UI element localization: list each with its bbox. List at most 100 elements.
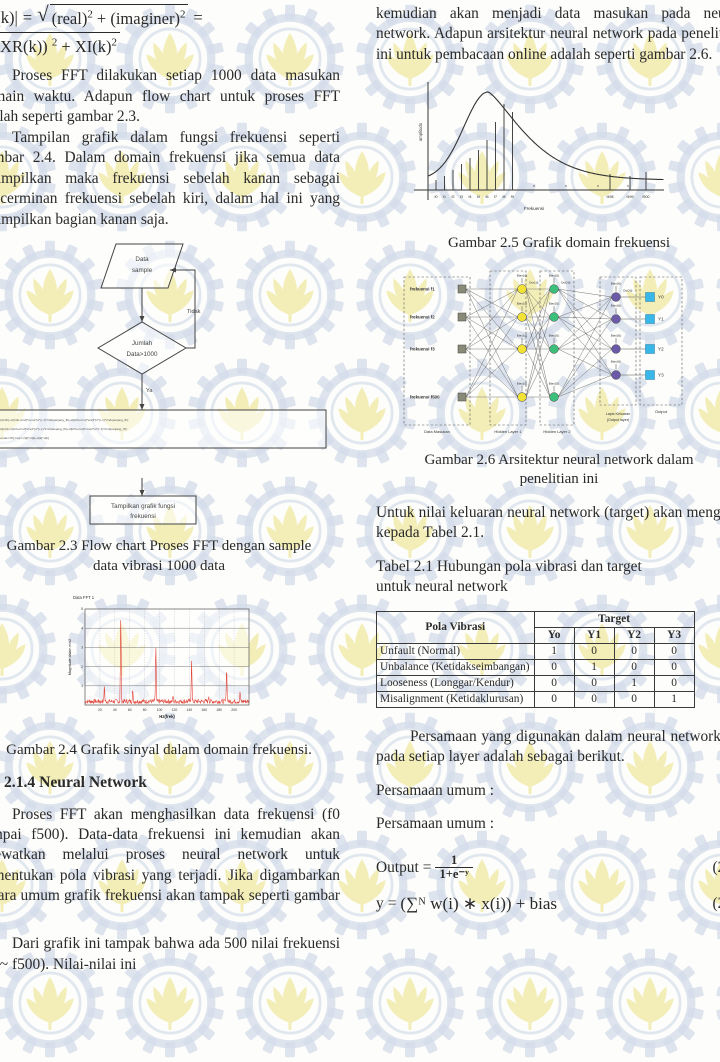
formula-real-exp: 2 — [87, 9, 92, 21]
formula-xr-exp: 2 — [52, 36, 57, 48]
svg-text:140: 140 — [187, 708, 193, 712]
formula-radical-1: √ (real)2 + (imaginer)2 — [37, 4, 188, 32]
svg-text:amplitudo: amplitudo — [418, 123, 423, 142]
svg-text:2: 2 — [81, 665, 83, 669]
svg-text:Bias2(i): Bias2(i) — [549, 381, 560, 385]
flow-decision-line1: Jumlah — [132, 340, 153, 347]
flow-code-line-2: xi[inth]=xi[inth]-xr[inth+irnd]*sin(2*pi… — [0, 427, 128, 431]
right-paragraph-3: Persamaan yang digunakan dalam neural ne… — [376, 727, 720, 768]
table-header-row-1: Pola Vibrasi Target — [377, 611, 695, 627]
equation-2-2-numerator: 1 — [447, 854, 461, 867]
caption-gambar-2-6-line1: Gambar 2.6 Arsitektur neural network dal… — [376, 451, 720, 471]
equation-2-2-number: (2.2) — [713, 859, 720, 877]
svg-text:180: 180 — [216, 708, 222, 712]
section-heading-2-1-4: 2.1.4 Neural Network — [0, 774, 340, 792]
svg-text:20: 20 — [98, 708, 102, 712]
svg-text:1: 1 — [81, 684, 83, 688]
caption-gambar-2-4: Gambar 2.4 Grafik sinyal dalam domain fr… — [0, 741, 340, 761]
left-paragraph-3: Proses FFT akan menghasilkan data frekue… — [0, 805, 340, 928]
table-cell-pola: Misalignment (Ketidaklurusan) — [377, 691, 535, 707]
right-paragraph-1: kemudian akan menjadi data masukan pada … — [376, 4, 720, 65]
equation-2-2-label: Output — [376, 859, 419, 877]
table-caption-line1: Tabel 2.1 Hubungan pola vibrasi dan targ… — [376, 557, 720, 577]
table-cell-target: 1 — [614, 675, 654, 691]
frequency-domain-figure: f0f1f2f3f4f5f6f7f8f9f498f499f500Frekuens… — [414, 72, 704, 227]
left-column: |X(k)| = √ (real)2 + (imaginer)2 = √ (XR… — [0, 0, 340, 975]
svg-text:Magnitude dalam m/s2: Magnitude dalam m/s2 — [68, 639, 72, 675]
svg-text:Bias3(i): Bias3(i) — [611, 281, 622, 285]
svg-text:Lapis Keluaran: Lapis Keluaran — [606, 412, 631, 416]
table-header-target-y3: Y3 — [654, 627, 694, 643]
flow-data-sample-line2: sample — [132, 267, 153, 274]
formula-equals-2: = — [193, 5, 202, 31]
table-cell-target: 0 — [614, 659, 654, 675]
svg-text:frekuensi f2: frekuensi f2 — [410, 315, 435, 320]
equation-2-2-fraction: 1 1+e⁻ʸ — [435, 854, 472, 881]
table-header-target-yo: Yo — [534, 627, 574, 643]
table-row: Unbalance (Ketidakseimbangan)0100 — [377, 659, 695, 675]
svg-text:Out3(i): Out3(i) — [623, 288, 632, 292]
svg-text:Hidden Layer 1: Hidden Layer 1 — [494, 429, 522, 434]
right-paragraph-2: Untuk nilai keluaran neural network (tar… — [376, 503, 720, 544]
left-paragraph-2: Tampilan grafik dalam fungsi frekuensi s… — [0, 128, 340, 230]
caption-gambar-2-3-line2: data vibrasi 1000 data — [0, 557, 340, 577]
equation-2-2-denominator: 1+e⁻ʸ — [435, 867, 472, 881]
svg-text:frekuensi f3: frekuensi f3 — [410, 347, 435, 352]
svg-text:Bias1(i): Bias1(i) — [517, 273, 528, 277]
svg-text:Bias2(i): Bias2(i) — [549, 333, 560, 337]
table-body: Unfault (Normal)1000Unbalance (Ketidakse… — [377, 643, 695, 707]
svg-text:Frekuensi: Frekuensi — [524, 206, 544, 211]
table-header-pola-vibrasi: Pola Vibrasi — [377, 611, 535, 643]
svg-text:Hidden Layer 2: Hidden Layer 2 — [543, 429, 571, 434]
svg-text:f7: f7 — [494, 195, 497, 199]
flow-branch-no: Tidak — [170, 270, 201, 348]
table-cell-target: 0 — [654, 675, 694, 691]
fft-flowchart-figure: Data sample Jumlah Data>1000 Tidak — [0, 230, 340, 480]
table-cell-target: 1 — [534, 643, 574, 659]
magnitude-formula: |X(k)| = √ (real)2 + (imaginer)2 = √ (XR… — [0, 4, 340, 59]
svg-text:f4: f4 — [469, 195, 472, 199]
formula-imag-exp: 2 — [180, 9, 185, 21]
formula-xi-exp: 2 — [111, 36, 116, 48]
table-cell-target: 0 — [534, 691, 574, 707]
svg-text:f9: f9 — [511, 195, 514, 199]
svg-text:40: 40 — [113, 708, 117, 712]
svg-text:f5: f5 — [477, 195, 480, 199]
svg-text:frekuensi f500: frekuensi f500 — [410, 395, 440, 400]
svg-text:f498: f498 — [607, 195, 614, 199]
svg-text:Output: Output — [655, 409, 668, 414]
flow-decision-line2: Data>1000 — [127, 351, 158, 358]
table-cell-pola: Unbalance (Ketidakseimbangan) — [377, 659, 535, 675]
svg-text:f1: f1 — [443, 195, 446, 199]
equation-2-3-number: (2.3) — [713, 895, 720, 913]
svg-text:Bias3(i): Bias3(i) — [611, 303, 622, 307]
svg-text:Y2: Y2 — [658, 347, 664, 352]
flow-node-end: Tampilkan grafik fungsi frekuensi — [90, 496, 196, 524]
left-paragraph-1: Proses FFT dilakukan setiap 1000 data ma… — [0, 66, 340, 127]
svg-text:Bias3(i): Bias3(i) — [611, 359, 622, 363]
svg-text:Bias1(i): Bias1(i) — [517, 301, 528, 305]
flow-node-data-sample: Data sample — [101, 244, 183, 288]
formula-xr: (XR(k)) — [0, 37, 48, 56]
equation-2-3-equals: = — [388, 895, 397, 913]
table-cell-pola: Unfault (Normal) — [377, 643, 535, 659]
svg-text:f6: f6 — [486, 195, 489, 199]
svg-text:Out2(i): Out2(i) — [561, 280, 570, 284]
equation-2-3-rhs: (∑ᴺ w(i) ∗ x(i)) + bias — [400, 894, 557, 914]
document-page: |X(k)| = √ (real)2 + (imaginer)2 = √ (XR… — [0, 0, 720, 985]
table-row: Misalignment (Ketidaklurusan)0001 — [377, 691, 695, 707]
caption-gambar-2-6-line2: penelitian ini — [376, 470, 720, 490]
table-row: Unfault (Normal)1000 — [377, 643, 695, 659]
formula-real: (real) — [52, 9, 88, 28]
right-paragraph-5: Persamaan umum : — [376, 814, 720, 834]
svg-text:(Output layer): (Output layer) — [607, 418, 630, 422]
svg-text:Bias1(i): Bias1(i) — [517, 381, 528, 385]
table-cell-target: 0 — [614, 691, 654, 707]
svg-text:f499: f499 — [627, 195, 634, 199]
svg-text:Bias3(i): Bias3(i) — [611, 333, 622, 337]
table-cell-target: 1 — [654, 691, 694, 707]
table-2-1: Pola Vibrasi Target YoY1Y2Y3 Unfault (No… — [376, 611, 695, 708]
table-header-target-y2: Y2 — [614, 627, 654, 643]
svg-text:5: 5 — [81, 607, 83, 611]
formula-equals-1: = — [23, 5, 32, 31]
